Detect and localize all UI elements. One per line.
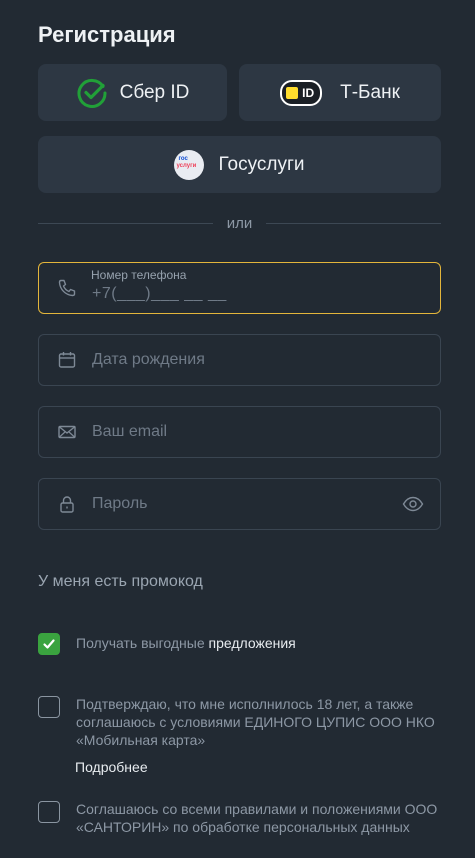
offers-checkbox[interactable] <box>38 633 60 655</box>
divider-text: или <box>226 214 253 232</box>
age-consent-row: Подтверждаю, что мне исполнилось 18 лет,… <box>38 695 442 749</box>
tbank-label: Т-Банк <box>340 81 400 103</box>
birthdate-field[interactable]: Дата рождения <box>38 334 441 386</box>
rules-consent-label: Соглашаюсь со всеми правилами и положени… <box>76 801 438 835</box>
or-divider: или <box>38 211 442 235</box>
tbank-logo-icon: ID <box>280 79 323 106</box>
offers-prefix: Получать выгодные <box>76 635 209 651</box>
lock-icon <box>57 494 77 514</box>
gosuslugi-label: Госуслуги <box>218 153 305 175</box>
gosuslugi-logo-top: гос <box>178 155 188 162</box>
offers-link[interactable]: предложения <box>209 635 296 651</box>
birthdate-input[interactable]: Дата рождения <box>92 351 205 369</box>
tbank-badge-text: ID <box>302 85 315 100</box>
phone-field[interactable]: Номер телефона +7(___)___ __ __ <box>38 262 441 314</box>
sber-id-button[interactable]: Сбер ID <box>38 64 227 121</box>
offers-consent-label: Получать выгодные предложения <box>76 634 296 655</box>
gosuslugi-button[interactable]: гос услуги Госуслуги <box>38 136 441 193</box>
phone-icon <box>57 278 77 298</box>
mail-icon <box>57 422 77 442</box>
eye-icon[interactable] <box>402 494 424 514</box>
gosuslugi-logo-icon: гос услуги <box>174 149 205 180</box>
rules-consent-row: Соглашаюсь со всеми правилами и положени… <box>38 800 442 836</box>
age-consent-label: Подтверждаю, что мне исполнилось 18 лет,… <box>76 696 435 748</box>
password-input[interactable]: Пароль <box>92 495 148 513</box>
phone-input[interactable]: +7(___)___ __ __ <box>92 285 227 303</box>
age-consent-checkbox[interactable] <box>38 696 60 718</box>
more-link[interactable]: Подробнее <box>75 759 148 775</box>
offers-consent-row: Получать выгодные предложения <box>38 633 442 655</box>
phone-label: Номер телефона <box>91 268 187 282</box>
password-field[interactable]: Пароль <box>38 478 441 530</box>
rules-consent-checkbox[interactable] <box>38 801 60 823</box>
page-title: Регистрация <box>38 22 176 47</box>
calendar-icon <box>57 350 77 370</box>
sber-id-label: Сбер ID <box>119 81 190 103</box>
email-input[interactable]: Ваш email <box>92 423 167 441</box>
promo-code-link[interactable]: У меня есть промокод <box>38 573 203 591</box>
email-field[interactable]: Ваш email <box>38 406 441 458</box>
tbank-button[interactable]: ID Т-Банк <box>239 64 441 121</box>
checkmark-icon <box>43 639 55 649</box>
gosuslugi-logo-bottom: услуги <box>176 162 197 169</box>
sber-logo-icon <box>76 77 108 109</box>
